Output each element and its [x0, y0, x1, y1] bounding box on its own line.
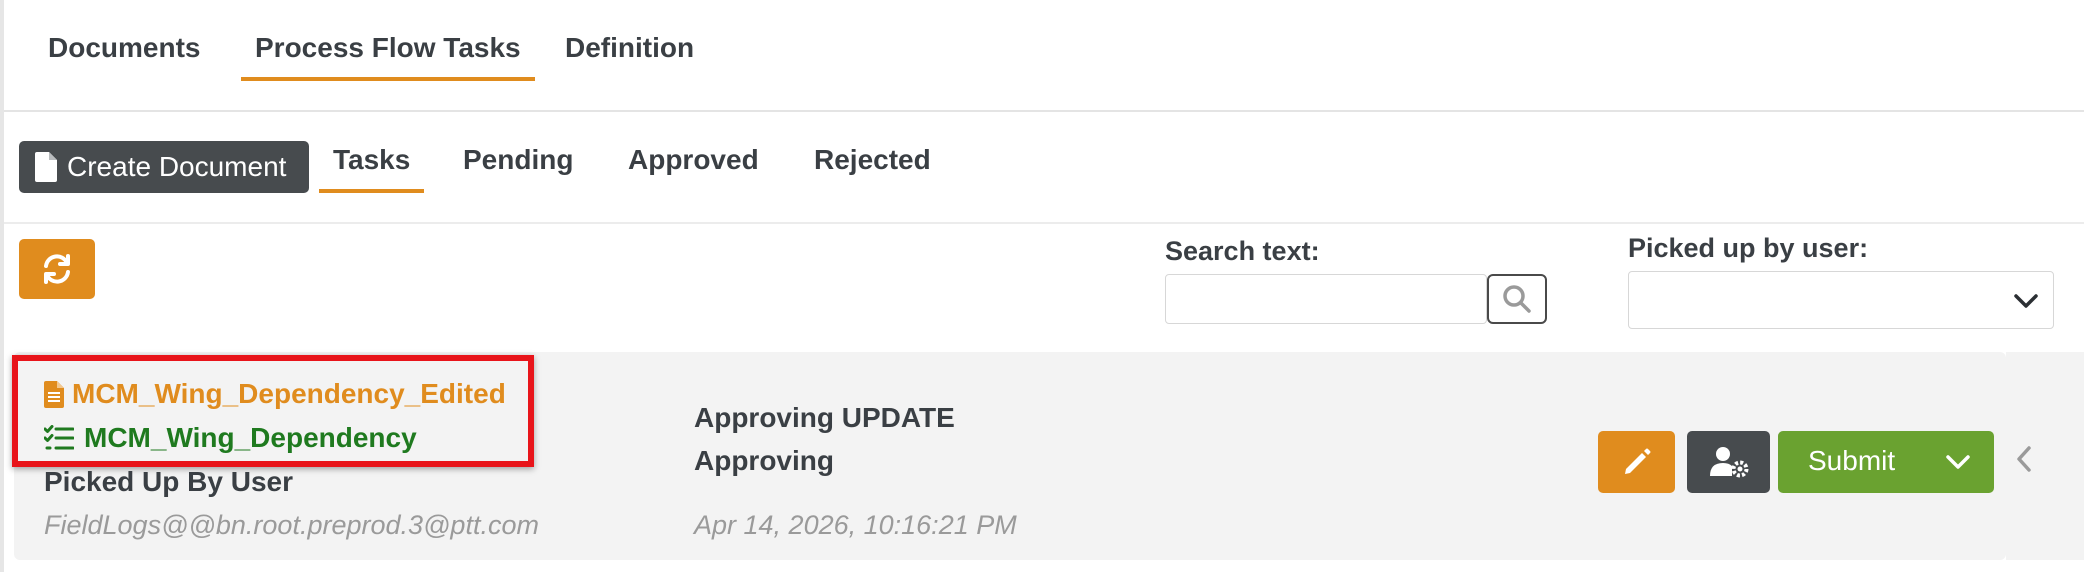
picked-up-by-user-label: Picked up by user: — [1628, 233, 1869, 263]
tab-process-flow-tasks[interactable]: Process Flow Tasks — [241, 30, 535, 81]
status-title: Approving UPDATE — [694, 402, 955, 433]
subtab-tasks[interactable]: Tasks — [318, 142, 425, 193]
file-icon — [35, 152, 57, 182]
tab-definition[interactable]: Definition — [565, 30, 694, 80]
task-toolbar: Create Document Tasks Pending Approved R… — [4, 112, 2084, 224]
chevron-down-icon — [2014, 294, 2038, 308]
tab-documents[interactable]: Documents — [48, 30, 200, 80]
subtab-approved[interactable]: Approved — [628, 142, 759, 192]
submit-button[interactable]: Submit — [1778, 431, 1994, 493]
status-subtitle: Approving — [694, 445, 834, 476]
chevron-left-icon[interactable] — [2014, 445, 2034, 473]
assign-user-button[interactable] — [1687, 431, 1770, 493]
subtab-rejected[interactable]: Rejected — [814, 142, 931, 192]
status-timestamp: Apr 14, 2026, 10:16:21 PM — [694, 510, 1017, 540]
picked-up-by-user-select[interactable] — [1628, 271, 2054, 329]
submit-label: Submit — [1808, 445, 1896, 476]
search-button[interactable] — [1487, 274, 1547, 324]
picked-up-by-user-heading: Picked Up By User — [44, 466, 293, 497]
highlight-annotation — [12, 355, 534, 467]
refresh-button[interactable] — [19, 239, 95, 299]
chevron-down-icon — [1946, 455, 1970, 469]
submit-dropdown-toggle[interactable] — [1922, 431, 1994, 493]
subtab-pending[interactable]: Pending — [463, 142, 573, 192]
picked-up-user-value: FieldLogs@@bn.root.preprod.3@ptt.com — [44, 510, 539, 540]
search-icon — [1503, 285, 1531, 313]
search-text-label: Search text: — [1165, 236, 1320, 266]
search-input[interactable] — [1165, 274, 1487, 324]
create-document-label: Create Document — [67, 151, 287, 182]
edit-button[interactable] — [1598, 431, 1675, 493]
top-tab-bar: Documents Process Flow Tasks Definition — [4, 0, 2084, 112]
create-document-button[interactable]: Create Document — [19, 141, 309, 193]
user-gear-icon — [1709, 447, 1748, 478]
pencil-icon — [1624, 448, 1650, 474]
refresh-icon — [44, 254, 70, 284]
